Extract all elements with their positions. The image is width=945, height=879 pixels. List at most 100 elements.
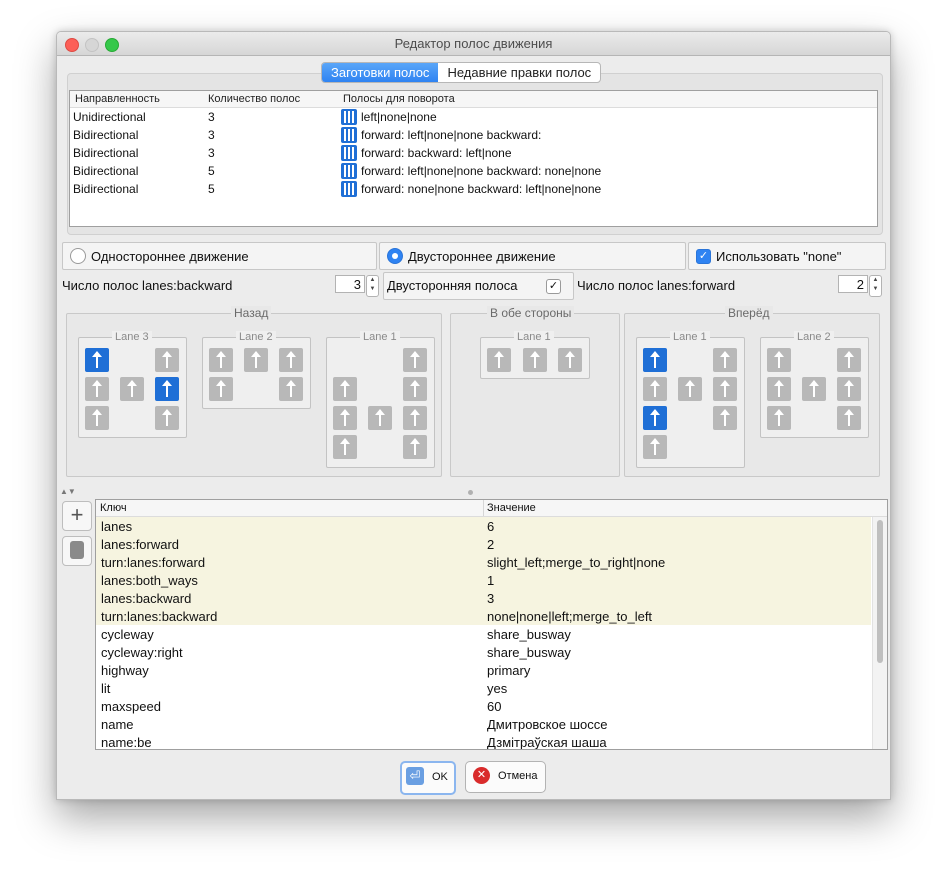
- tag-value[interactable]: 3: [487, 591, 494, 606]
- preset-row[interactable]: Bidirectional 3 forward: backward: left|…: [70, 144, 877, 162]
- lane-turn-button[interactable]: [333, 406, 357, 430]
- tag-row[interactable]: lanes 6: [96, 517, 871, 535]
- split-collapse-arrows-icon[interactable]: ▲▼: [60, 487, 76, 496]
- tag-row[interactable]: turn:lanes:backward none|none|left;merge_…: [96, 607, 871, 625]
- tab-presets[interactable]: Заготовки полос: [322, 63, 439, 82]
- both-ways-lane-option[interactable]: Двусторонняя полоса ✓: [383, 272, 574, 300]
- column-header-lane-count[interactable]: Количество полос: [208, 93, 300, 105]
- tag-value[interactable]: share_busway: [487, 645, 571, 660]
- preset-row[interactable]: Bidirectional 5 forward: left|none|none …: [70, 162, 877, 180]
- tag-value[interactable]: share_busway: [487, 627, 571, 642]
- column-header-value[interactable]: Значение: [487, 502, 536, 514]
- preset-row[interactable]: Bidirectional 5 forward: none|none backw…: [70, 180, 877, 198]
- lane-turn-button[interactable]: [713, 348, 737, 372]
- tag-row[interactable]: turn:lanes:forward slight_left;merge_to_r…: [96, 553, 871, 571]
- preset-row[interactable]: Unidirectional 3 left|none|none: [70, 108, 877, 126]
- lane-turn-button[interactable]: [368, 406, 392, 430]
- cancel-button[interactable]: ✕ Отмена: [465, 761, 546, 793]
- tag-row[interactable]: maxspeed 60: [96, 697, 871, 715]
- tag-value[interactable]: yes: [487, 681, 507, 696]
- lane-turn-button[interactable]: [678, 377, 702, 401]
- lane-turn-button[interactable]: [333, 377, 357, 401]
- tag-row[interactable]: cycleway share_busway: [96, 625, 871, 643]
- lane-turn-button[interactable]: [837, 348, 861, 372]
- tag-value[interactable]: 1: [487, 573, 494, 588]
- lane-turn-button[interactable]: [403, 406, 427, 430]
- lane-turn-button[interactable]: [837, 377, 861, 401]
- lane-turn-button[interactable]: [802, 377, 826, 401]
- forward-lanes-value[interactable]: 2: [838, 275, 868, 293]
- tag-row[interactable]: name:be Дзмітраўская шаша: [96, 733, 871, 749]
- lane-turn-button[interactable]: [837, 406, 861, 430]
- lane-turn-button[interactable]: [643, 435, 667, 459]
- forward-lanes-spinner[interactable]: 2 ▲ ▼: [838, 275, 882, 297]
- lane-turn-button[interactable]: [209, 377, 233, 401]
- both-ways-checkbox[interactable]: ✓: [546, 279, 561, 294]
- lane-turn-button[interactable]: [643, 377, 667, 401]
- tag-row[interactable]: highway primary: [96, 661, 871, 679]
- lane-turn-button[interactable]: [767, 406, 791, 430]
- column-header-key[interactable]: Ключ: [100, 502, 127, 514]
- tag-row[interactable]: lanes:forward 2: [96, 535, 871, 553]
- lane-turn-button[interactable]: [713, 377, 737, 401]
- twoway-option[interactable]: Двустороннее движение: [379, 242, 686, 270]
- backward-lanes-value[interactable]: 3: [335, 275, 365, 293]
- use-none-checkbox[interactable]: ✓: [696, 249, 711, 264]
- spinner-arrows-icon[interactable]: ▲ ▼: [869, 275, 882, 297]
- tag-row[interactable]: name Дмитровское шоссе: [96, 715, 871, 733]
- tag-value[interactable]: 6: [487, 519, 494, 534]
- spinner-arrows-icon[interactable]: ▲ ▼: [366, 275, 379, 297]
- tags-scrollbar[interactable]: [872, 517, 887, 749]
- title-bar[interactable]: Редактор полос движения: [57, 32, 890, 56]
- tag-value[interactable]: Дзмітраўская шаша: [487, 735, 607, 749]
- scrollbar-thumb[interactable]: [877, 520, 883, 663]
- backward-lanes-spinner[interactable]: 3 ▲ ▼: [335, 275, 379, 297]
- lane-turn-button[interactable]: [85, 406, 109, 430]
- use-none-option[interactable]: ✓ Использовать "none": [688, 242, 886, 270]
- tab-recent-edits[interactable]: Недавние правки полос: [438, 63, 600, 82]
- lane-turn-button[interactable]: [643, 406, 667, 430]
- lane-turn-button[interactable]: [403, 435, 427, 459]
- lane-turn-button[interactable]: [767, 377, 791, 401]
- tag-value[interactable]: 2: [487, 537, 494, 552]
- lane-turn-button[interactable]: [155, 377, 179, 401]
- tag-value[interactable]: 60: [487, 699, 501, 714]
- tag-row[interactable]: lit yes: [96, 679, 871, 697]
- split-divider-handle[interactable]: [468, 490, 473, 495]
- tag-value[interactable]: slight_left;merge_to_right|none: [487, 555, 665, 570]
- lane-turn-button[interactable]: [120, 377, 144, 401]
- twoway-radio[interactable]: [387, 248, 403, 264]
- oneway-radio[interactable]: [70, 248, 86, 264]
- oneway-option[interactable]: Одностороннее движение: [62, 242, 377, 270]
- column-header-turn-lanes[interactable]: Полосы для поворота: [343, 93, 455, 105]
- column-header-direction[interactable]: Направленность: [75, 93, 160, 105]
- lane-turn-button[interactable]: [558, 348, 582, 372]
- lane-turn-button[interactable]: [767, 348, 791, 372]
- lane-turn-button[interactable]: [713, 406, 737, 430]
- tag-value[interactable]: Дмитровское шоссе: [487, 717, 607, 732]
- lane-turn-button[interactable]: [155, 406, 179, 430]
- tag-row[interactable]: lanes:backward 3: [96, 589, 871, 607]
- lane-turn-button[interactable]: [403, 377, 427, 401]
- ok-button[interactable]: ⏎ OK: [400, 761, 456, 795]
- lane-turn-button[interactable]: [643, 348, 667, 372]
- add-tag-button[interactable]: +: [62, 501, 92, 531]
- tag-value[interactable]: none|none|left;merge_to_left: [487, 609, 652, 624]
- lane-turn-button[interactable]: [279, 377, 303, 401]
- lane-turn-button[interactable]: [333, 435, 357, 459]
- preset-row[interactable]: Bidirectional 3 forward: left|none|none …: [70, 126, 877, 144]
- lane-turn-button[interactable]: [279, 348, 303, 372]
- tag-value[interactable]: primary: [487, 663, 530, 678]
- lane-turn-button[interactable]: [523, 348, 547, 372]
- delete-tag-button[interactable]: [62, 536, 92, 566]
- lane-turn-button[interactable]: [209, 348, 233, 372]
- lane-turn-button[interactable]: [85, 348, 109, 372]
- lane-turn-button[interactable]: [403, 348, 427, 372]
- tag-row[interactable]: lanes:both_ways 1: [96, 571, 871, 589]
- lane-turn-button[interactable]: [244, 348, 268, 372]
- lane-turn-button[interactable]: [487, 348, 511, 372]
- lane-turn-button[interactable]: [155, 348, 179, 372]
- lane-turn-button[interactable]: [85, 377, 109, 401]
- tag-row[interactable]: cycleway:right share_busway: [96, 643, 871, 661]
- column-separator[interactable]: [483, 500, 484, 516]
